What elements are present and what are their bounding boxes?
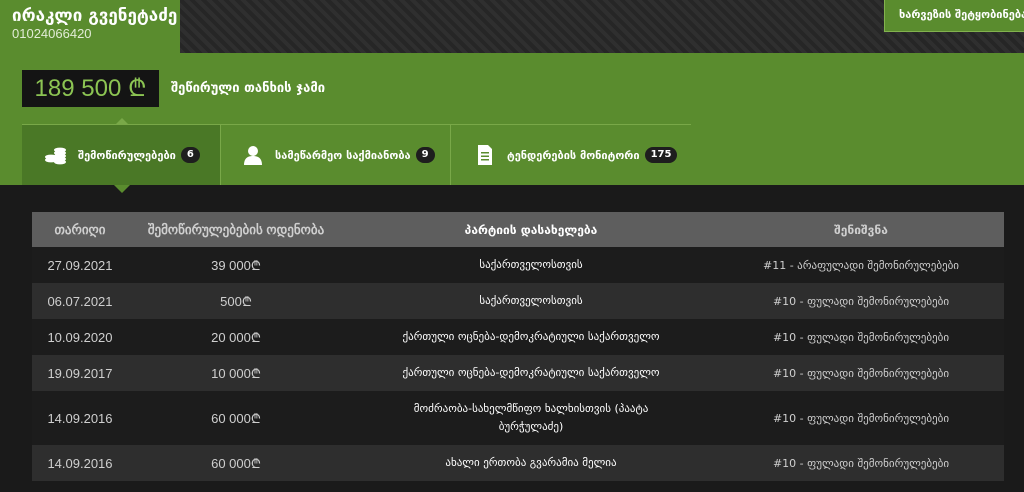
table-row: 06.07.2021 500₾ საქართველოსთვის #10 - ფუ… bbox=[32, 283, 1004, 319]
row-amount: 10 000₾ bbox=[211, 366, 261, 381]
donations-table: თარიღი შემოწირულებების ოდენობა პარტიის დ… bbox=[32, 212, 1004, 481]
row-note: #10 - ფულადი შემონირულებები bbox=[772, 411, 950, 425]
table-row: 10.09.2020 20 000₾ ქართული ოცნება-დემოკრ… bbox=[32, 319, 1004, 355]
user-icon bbox=[239, 143, 267, 167]
row-date: 14.09.2016 bbox=[47, 410, 113, 426]
row-date: 14.09.2016 bbox=[47, 455, 113, 471]
row-party: ქართული ოცნება-დემოკრატიული საქართველო bbox=[402, 330, 660, 343]
row-amount: 500₾ bbox=[220, 294, 252, 309]
document-icon bbox=[471, 143, 499, 167]
row-amount: 39 000₾ bbox=[211, 258, 261, 273]
tab-donations-label: შემოწირულებები bbox=[78, 148, 176, 162]
table-row: 19.09.2017 10 000₾ ქართული ოცნება-დემოკრ… bbox=[32, 355, 1004, 391]
person-id: 01024066420 bbox=[12, 26, 92, 41]
person-name: ირაკლი გვენეტაძე bbox=[12, 6, 178, 26]
row-party: ქართული ოცნება-დემოკრატიული საქართველო bbox=[402, 366, 660, 379]
table-row: 14.09.2016 60 000₾ მოძრაობა-სახელმწიფო ხ… bbox=[32, 391, 1004, 445]
row-date: 06.07.2021 bbox=[47, 293, 113, 309]
tab-bar: შემოწირულებები 6 სამეწარმეო საქმიანობა 9 bbox=[22, 124, 691, 185]
tab-tender-monitor-count: 175 bbox=[644, 147, 678, 163]
row-note: #10 - ფულადი შემონირულებები bbox=[772, 366, 950, 380]
tab-donations[interactable]: შემოწირულებები 6 bbox=[22, 125, 220, 185]
row-party: ახალი ერთობა გვარამია მელია bbox=[445, 456, 617, 469]
report-issue-button[interactable]: ხარვეზის შეტყობინება bbox=[884, 0, 1024, 32]
tab-business-activity-label: სამეწარმეო საქმიანობა bbox=[275, 148, 411, 162]
active-tab-arrow bbox=[114, 185, 130, 193]
row-note: #10 - ფულადი შემონირულებები bbox=[772, 294, 950, 308]
table-row: 27.09.2021 39 000₾ საქართველოსთვის #11 -… bbox=[32, 247, 1004, 283]
column-header-amount: შემოწირულებების ოდენობა bbox=[147, 221, 325, 237]
tab-tender-monitor[interactable]: ტენდერების მონიტორი 175 bbox=[450, 125, 691, 185]
row-note: #10 - ფულადი შემონირულებები bbox=[772, 456, 950, 470]
row-amount: 20 000₾ bbox=[211, 330, 261, 345]
tab-business-activity[interactable]: სამეწარმეო საქმიანობა 9 bbox=[220, 125, 450, 185]
row-party: საქართველოსთვის bbox=[479, 294, 583, 307]
tab-business-activity-count: 9 bbox=[415, 147, 435, 163]
row-date: 19.09.2017 bbox=[47, 365, 113, 381]
column-header-note: შენიშვნა bbox=[834, 222, 888, 237]
total-donation-label: შეწირული თანხის ჯამი bbox=[171, 81, 326, 96]
row-party: საქართველოსთვის bbox=[479, 258, 583, 271]
column-header-party: პარტიის დასახელება bbox=[464, 222, 598, 237]
row-party: მოძრაობა-სახელმწიფო ხალხისთვის (პაატა ბუ… bbox=[413, 402, 649, 433]
row-note: #11 - არაფულადი შემონირულებები bbox=[763, 258, 959, 272]
total-donation-amount: 189 500 ₾ bbox=[22, 70, 159, 107]
profile-banner: ხარვეზის შეტყობინება ირაკლი გვენეტაძე 01… bbox=[0, 0, 1024, 185]
table-header: თარიღი შემოწირულებების ოდენობა პარტიის დ… bbox=[32, 212, 1004, 247]
tab-donations-count: 6 bbox=[180, 147, 200, 163]
tab-tender-monitor-label: ტენდერების მონიტორი bbox=[507, 148, 640, 162]
table-row: 14.09.2016 60 000₾ ახალი ერთობა გვარამია… bbox=[32, 445, 1004, 481]
coins-icon bbox=[42, 143, 70, 167]
row-date: 27.09.2021 bbox=[47, 257, 113, 273]
row-note: #10 - ფულადი შემონირულებები bbox=[772, 330, 950, 344]
row-date: 10.09.2020 bbox=[47, 329, 113, 345]
row-amount: 60 000₾ bbox=[211, 411, 261, 426]
column-header-date: თარიღი bbox=[54, 221, 106, 237]
row-amount: 60 000₾ bbox=[211, 456, 261, 471]
